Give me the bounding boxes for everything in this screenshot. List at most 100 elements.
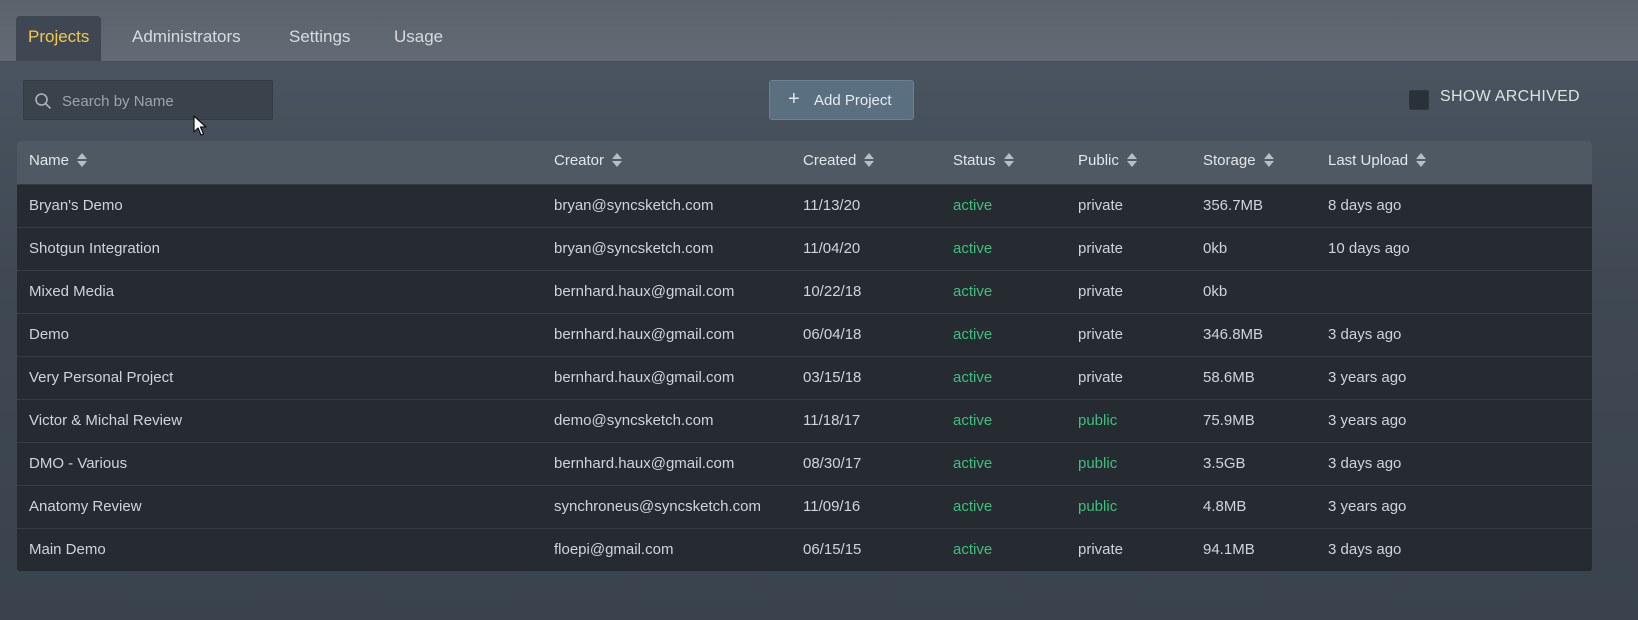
creator-cell: bernhard.haux@gmail.com [554, 326, 735, 343]
creator-cell: bernhard.haux@gmail.com [554, 369, 735, 386]
project-name-cell: Shotgun Integration [29, 240, 160, 257]
sort-icon [1416, 153, 1427, 168]
tab-label: Settings [289, 27, 351, 46]
created-date-cell: 08/30/17 [803, 455, 862, 472]
visibility-cell: private [1078, 369, 1124, 386]
status-cell: active [953, 541, 993, 558]
column-header-label: Created [803, 152, 857, 169]
last-upload-cell: 3 years ago [1328, 498, 1407, 515]
status-cell: active [953, 283, 993, 300]
status-cell: active [953, 455, 993, 472]
status-cell: active [953, 326, 993, 343]
project-name-cell: Victor & Michal Review [29, 412, 183, 429]
created-date-cell: 11/04/20 [803, 240, 861, 257]
add-project-label: Add Project [814, 92, 892, 109]
sort-icon [1126, 153, 1137, 168]
creator-cell: bryan@syncsketch.com [554, 240, 714, 257]
column-header-created[interactable]: Created [803, 141, 875, 184]
table-body: Bryan's Demo bryan@syncsketch.com 11/13/20… [17, 184, 1592, 571]
projects-table: Name Creator Created Status Public Stora… [17, 141, 1592, 571]
column-header-status[interactable]: Status [953, 141, 1015, 184]
project-name-cell: Mixed Media [29, 283, 115, 300]
visibility-cell: private [1078, 326, 1124, 343]
table-row[interactable]: Demo bernhard.haux@gmail.com 06/04/18 activ… [17, 313, 1592, 356]
tab-label: Projects [28, 27, 90, 46]
storage-cell: 0kb [1203, 240, 1228, 257]
storage-cell: 94.1MB [1203, 541, 1255, 558]
status-cell: active [953, 369, 993, 386]
sort-icon [612, 153, 623, 168]
status-cell: active [953, 498, 993, 515]
table-row[interactable]: Mixed Media bernhard.haux@gmail.com 10/22/… [17, 270, 1592, 313]
tab-settings[interactable]: Settings [277, 16, 362, 61]
column-header-label: Last Upload [1328, 152, 1409, 169]
sort-icon [1263, 153, 1274, 168]
show-archived-label: SHOW ARCHIVED [1440, 88, 1580, 105]
created-date-cell: 11/13/20 [803, 197, 861, 214]
last-upload-cell: 3 days ago [1328, 541, 1402, 558]
plus-icon: + [788, 88, 800, 110]
project-name-cell: DMO - Various [29, 455, 128, 472]
project-name-cell: Bryan's Demo [29, 197, 123, 214]
column-header-label: Status [953, 152, 996, 169]
column-header-public[interactable]: Public [1078, 141, 1138, 184]
created-date-cell: 11/09/16 [803, 498, 861, 515]
creator-cell: bernhard.haux@gmail.com [554, 283, 735, 300]
status-cell: active [953, 412, 993, 429]
table-header: Name Creator Created Status Public Stora… [17, 141, 1592, 184]
visibility-cell: public [1078, 498, 1118, 515]
project-name-cell: Very Personal Project [29, 369, 174, 386]
column-header-name[interactable]: Name [29, 141, 88, 184]
storage-cell: 356.7MB [1203, 197, 1264, 214]
sort-icon [1003, 153, 1014, 168]
storage-cell: 3.5GB [1203, 455, 1246, 472]
created-date-cell: 03/15/18 [803, 369, 862, 386]
table-row[interactable]: DMO - Various bernhard.haux@gmail.com 08/3… [17, 442, 1592, 485]
visibility-cell: private [1078, 240, 1124, 257]
search-icon [35, 93, 51, 109]
status-cell: active [953, 197, 993, 214]
table-row[interactable]: Victor & Michal Review demo@syncsketch.co… [17, 399, 1592, 442]
creator-cell: floepi@gmail.com [554, 541, 674, 558]
visibility-cell: private [1078, 197, 1124, 214]
last-upload-cell: 3 years ago [1328, 412, 1407, 429]
column-header-label: Storage [1203, 152, 1256, 169]
search-box[interactable] [23, 80, 273, 121]
column-header-last-upload[interactable]: Last Upload [1328, 141, 1427, 184]
created-date-cell: 11/18/17 [803, 412, 861, 429]
table-row[interactable]: Anatomy Review synchroneus@syncsketch.com… [17, 485, 1592, 528]
storage-cell: 4.8MB [1203, 498, 1247, 515]
mouse-cursor-icon [193, 115, 207, 136]
last-upload-cell: 10 days ago [1328, 240, 1410, 257]
tab-label: Usage [394, 27, 444, 46]
show-archived-checkbox[interactable] [1409, 90, 1429, 110]
creator-cell: demo@syncsketch.com [554, 412, 714, 429]
project-name-cell: Demo [29, 326, 70, 343]
column-header-label: Public [1078, 152, 1119, 169]
created-date-cell: 06/15/15 [803, 541, 862, 558]
tab-usage[interactable]: Usage [382, 16, 455, 61]
table-row[interactable]: Very Personal Project bernhard.haux@gmail… [17, 356, 1592, 399]
visibility-cell: public [1078, 455, 1118, 472]
column-header-storage[interactable]: Storage [1203, 141, 1275, 184]
project-name-cell: Main Demo [29, 541, 106, 558]
table-row[interactable]: Bryan's Demo bryan@syncsketch.com 11/13/20… [17, 184, 1592, 227]
table-row[interactable]: Shotgun Integration bryan@syncsketch.com 1… [17, 227, 1592, 270]
search-input[interactable] [60, 81, 264, 121]
sort-icon [77, 153, 88, 168]
tab-projects[interactable]: Projects [16, 16, 102, 61]
column-header-label: Creator [554, 152, 605, 169]
storage-cell: 75.9MB [1203, 412, 1255, 429]
creator-cell: bryan@syncsketch.com [554, 197, 714, 214]
storage-cell: 58.6MB [1203, 369, 1255, 386]
add-project-button[interactable]: + Add Project [769, 80, 914, 120]
column-header-creator[interactable]: Creator [554, 141, 623, 184]
creator-cell: bernhard.haux@gmail.com [554, 455, 735, 472]
last-upload-cell: 3 days ago [1328, 455, 1402, 472]
table-row[interactable]: Main Demo floepi@gmail.com 06/15/15 active p… [17, 528, 1592, 571]
created-date-cell: 06/04/18 [803, 326, 862, 343]
visibility-cell: public [1078, 412, 1118, 429]
created-date-cell: 10/22/18 [803, 283, 862, 300]
tab-administrators[interactable]: Administrators [120, 16, 253, 61]
tab-bar: Projects Administrators Settings Usage [0, 0, 1638, 62]
